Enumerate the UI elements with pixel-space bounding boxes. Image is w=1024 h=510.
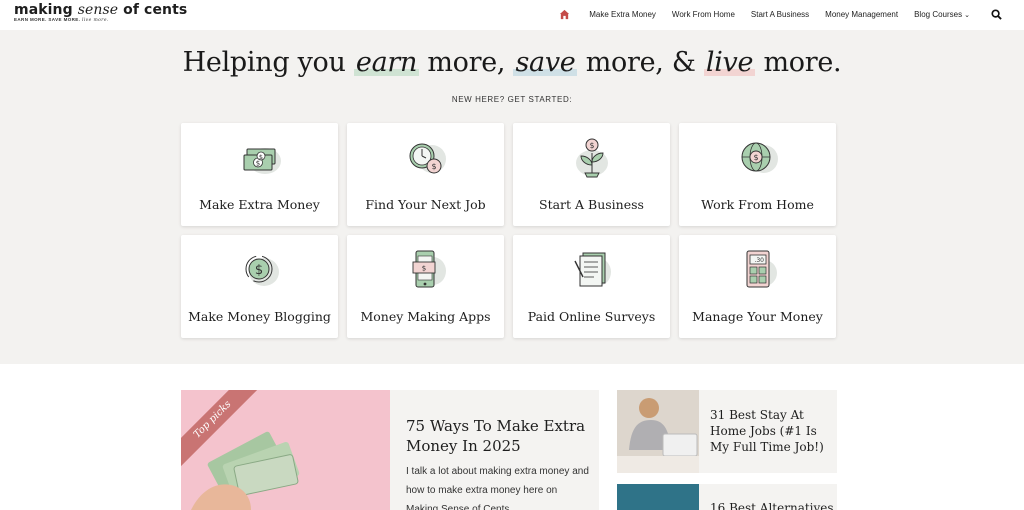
featured-post-title[interactable]: 75 Ways To Make Extra Money In 2025 (406, 416, 586, 456)
card-label: Make Extra Money (199, 197, 320, 212)
card-money-making-apps[interactable]: $ Money Making Apps (347, 235, 504, 338)
svg-text:$: $ (431, 162, 436, 171)
nav-work-from-home[interactable]: Work From Home (664, 10, 743, 19)
globe-dollar-icon: $ (735, 135, 781, 181)
clock-coin-icon: $ (403, 135, 449, 181)
card-find-your-next-job[interactable]: $ Find Your Next Job (347, 123, 504, 226)
coin-cycle-icon: $ (237, 247, 283, 293)
card-start-a-business[interactable]: $ Start A Business (513, 123, 670, 226)
chevron-down-icon: ⌄ (964, 11, 970, 19)
nav-blog-courses-label: Blog Courses (914, 9, 963, 19)
calculator-icon: .30 (735, 247, 781, 293)
card-label: Paid Online Surveys (527, 309, 656, 324)
sidebar-post[interactable]: 31 Best Stay At Home Jobs (#1 Is My Full… (617, 390, 837, 473)
featured-post-excerpt: I talk a lot about making extra money an… (406, 466, 589, 510)
hero-section: Helping you earn more, save more, & live… (0, 30, 1024, 364)
sidebar-post-image[interactable] (617, 484, 699, 510)
nav-money-management[interactable]: Money Management (817, 10, 906, 19)
card-label: Find Your Next Job (365, 197, 486, 212)
sidebar-post-title[interactable]: 16 Best Alternatives (710, 500, 835, 510)
svg-text:$: $ (254, 263, 262, 278)
svg-text:$: $ (421, 265, 425, 273)
card-work-from-home[interactable]: $ Work From Home (679, 123, 836, 226)
card-make-extra-money[interactable]: $ $ Make Extra Money (181, 123, 338, 226)
card-label: Money Making Apps (360, 309, 491, 324)
featured-post-image[interactable]: Top picks (181, 390, 390, 510)
card-label: Start A Business (539, 197, 644, 212)
svg-text:$: $ (258, 153, 262, 161)
search-icon[interactable] (984, 0, 1008, 28)
survey-document-icon (569, 247, 615, 293)
nav-make-extra-money[interactable]: Make Extra Money (581, 10, 664, 19)
svg-text:.30: .30 (754, 257, 764, 264)
card-label: Make Money Blogging (188, 309, 331, 324)
logo-wordmark: making sense of cents (14, 2, 188, 18)
sidebar-post[interactable]: 16 Best Alternatives (617, 484, 837, 510)
nav-blog-courses[interactable]: Blog Courses ⌄ (906, 10, 978, 19)
card-make-money-blogging[interactable]: $ Make Money Blogging (181, 235, 338, 338)
nav-start-a-business[interactable]: Start A Business (743, 10, 817, 19)
site-header: making sense of cents EARN MORE. SAVE MO… (0, 0, 1024, 30)
home-icon[interactable] (551, 0, 577, 28)
sidebar-post-image[interactable] (617, 390, 699, 473)
hero-subtitle: NEW HERE? GET STARTED: (451, 95, 573, 104)
main-nav: Make Extra Money Work From Home Start A … (551, 0, 1008, 28)
money-plant-icon: $ (569, 135, 615, 181)
svg-text:$: $ (589, 141, 594, 150)
svg-text:$: $ (753, 153, 758, 162)
site-logo[interactable]: making sense of cents EARN MORE. SAVE MO… (14, 2, 187, 23)
sidebar-post-title[interactable]: 31 Best Stay At Home Jobs (#1 Is My Full… (710, 407, 830, 455)
featured-post[interactable]: Top picks 75 Ways To Make Extra Money In… (181, 390, 599, 510)
card-paid-online-surveys[interactable]: Paid Online Surveys (513, 235, 670, 338)
card-manage-your-money[interactable]: .30 Manage Your Money (679, 235, 836, 338)
hero-title: Helping you earn more, save more, & live… (182, 47, 842, 78)
category-cards: $ $ Make Extra Money $ Find Your Next Job… (181, 123, 838, 338)
money-bills-icon: $ $ (237, 135, 283, 181)
card-label: Manage Your Money (692, 309, 823, 324)
card-label: Work From Home (701, 197, 814, 212)
phone-money-icon: $ (403, 247, 449, 293)
